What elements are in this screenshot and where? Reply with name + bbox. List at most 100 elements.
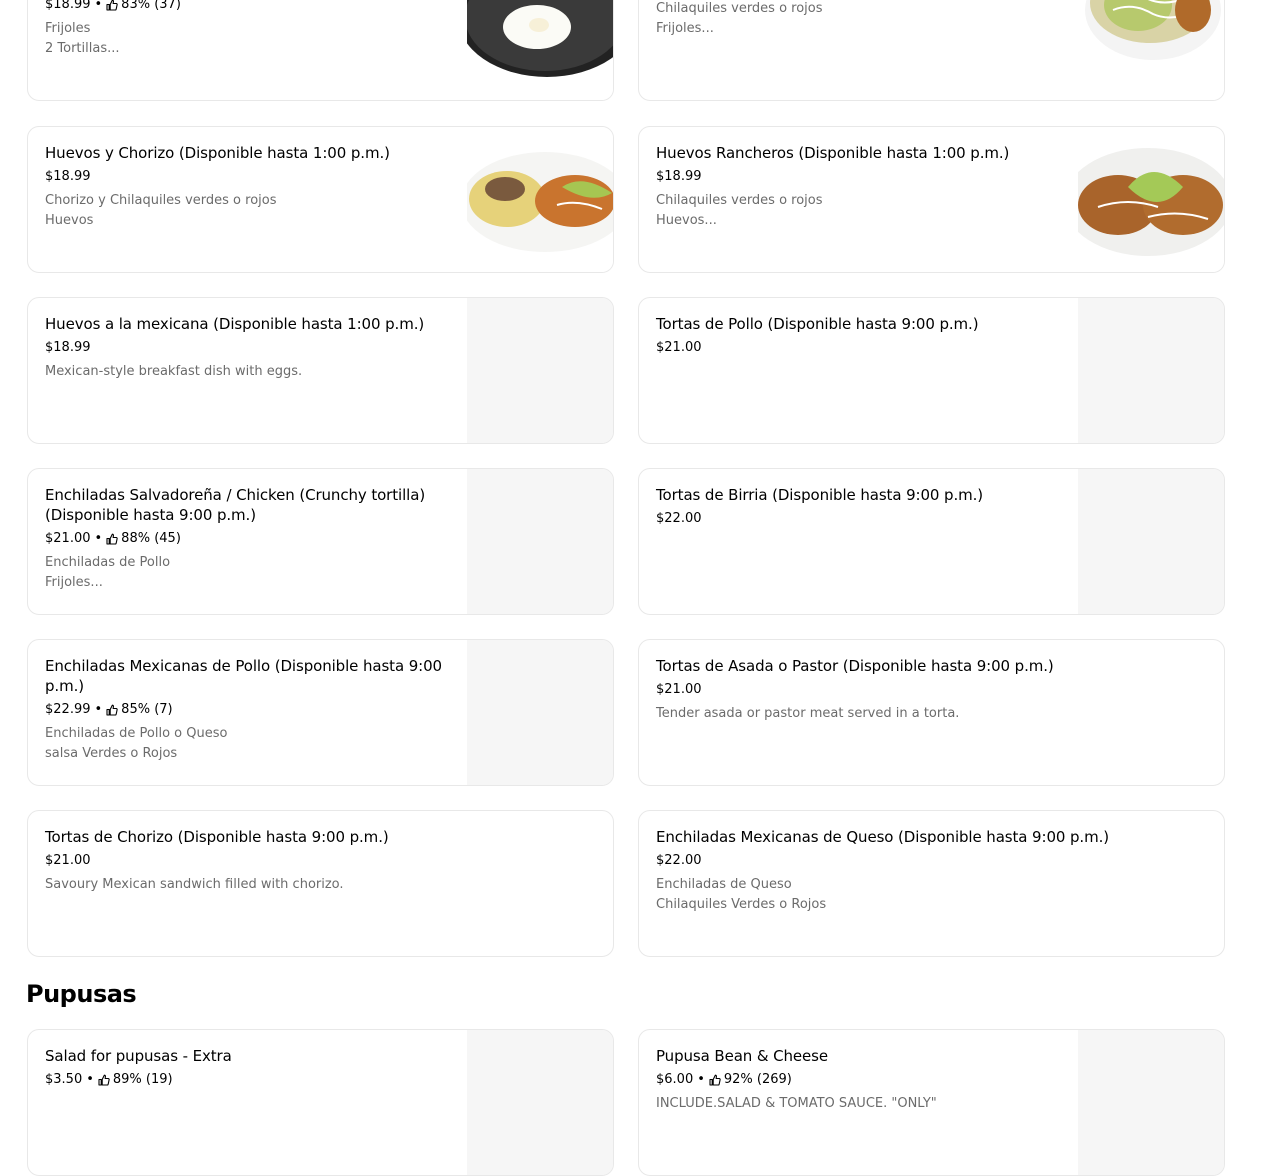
description-line: Frijoles [45,21,91,36]
menu-item-description: Enchiladas de Queso Chilaquiles Verdes o … [656,875,1208,915]
menu-item-price: $21.00 [45,531,91,546]
menu-item-card[interactable]: Tortas de Asada o Pastor (Disponible has… [638,639,1225,786]
menu-item-card[interactable]: Pupusa Bean & Cheese $6.00 • 92% (269) INCLU… [638,1029,1225,1176]
menu-item-meta: $21.00 [45,852,597,870]
thumbs-up-icon [106,704,118,716]
description-line: Chilaquiles verdes o rojos [656,193,823,208]
menu-item-price: $18.99 [45,169,91,184]
menu-item-price: $21.00 [45,853,91,868]
menu-item-info: $18.99Chilaquiles verdes o rojosFrijoles… [656,0,1064,39]
menu-item-image [1078,1030,1224,1175]
menu-item-meta: $22.00 [656,510,1064,528]
menu-item-description: Chilaquiles verdes o rojos Huevos... [656,191,1064,231]
menu-item-description: Enchiladas de Pollo Frijoles... [45,553,453,593]
thumbs-up-icon [106,0,118,11]
food-photo [1078,0,1224,100]
menu-item-card[interactable]: Tortas de Pollo (Disponible hasta 9:00 p… [638,297,1225,444]
menu-item-image [1064,127,1224,272]
separator-dot: • [94,531,103,546]
menu-item-image [461,127,613,272]
menu-item-price: $18.99 [45,0,91,12]
menu-item-info: Huevos a la mexicana (Disponible hasta 1… [45,314,453,382]
menu-item-rating: 85% (7) [121,702,173,717]
menu-item-image [467,298,613,443]
description-line: Huevos [45,213,94,228]
menu-item-price: $18.99 [656,169,702,184]
menu-item-title: Huevos a la mexicana (Disponible hasta 1… [45,315,425,333]
menu-item-title: Tortas de Asada o Pastor (Disponible has… [656,657,1054,675]
description-line: Chilaquiles verdes o rojos [656,1,823,16]
menu-item-info: Tortas de Chorizo (Disponible hasta 9:00… [45,827,597,895]
thumbs-up-icon [106,533,118,545]
menu-item-card[interactable]: Tortas de Chorizo (Disponible hasta 9:00… [27,810,614,957]
description-line: Frijoles... [656,21,714,36]
description-line: 2 Tortillas... [45,41,120,56]
food-photo [457,0,613,100]
menu-item-card[interactable]: Huevos Rancheros (Disponible hasta 1:00 … [638,126,1225,273]
menu-item-meta: $21.00 • 88% (45) [45,530,453,548]
section-title-pupusas: Pupusas [26,980,137,1008]
description-line: Frijoles... [45,575,103,590]
menu-item-info: Huevos y Chorizo (Disponible hasta 1:00 … [45,143,453,231]
description-line: salsa Verdes o Rojos [45,746,178,761]
menu-item-title: Tortas de Birria (Disponible hasta 9:00 … [656,486,984,504]
menu-item-title: Huevos y Chorizo (Disponible hasta 1:00 … [45,144,390,162]
menu-item-info: p.m.)$18.99•83% (37)Frijoles2 Tortillas.… [45,0,453,59]
menu-item-image [457,0,613,100]
menu-item-title: Tortas de Pollo (Disponible hasta 9:00 p… [656,315,979,333]
menu-item-meta: $22.99 • 85% (7) [45,701,453,719]
menu-item-card[interactable]: Enchiladas Salvadoreña / Chicken (Crunch… [27,468,614,615]
menu-item-description: Enchiladas de Pollo o Queso salsa Verdes … [45,724,453,764]
thumbs-up-icon [98,1074,110,1086]
menu-item-info: Huevos Rancheros (Disponible hasta 1:00 … [656,143,1064,231]
description-line: INCLUDE.SALAD & TOMATO SAUCE. "ONLY" [656,1096,937,1111]
menu-item-card[interactable]: Enchiladas Mexicanas de Queso (Disponibl… [638,810,1225,957]
menu-item-image [1078,0,1224,100]
menu-item-meta: $22.00 [656,852,1208,870]
menu-item-title: Pupusa Bean & Cheese [656,1047,829,1065]
menu-item-price: $22.99 [45,702,91,717]
menu-item-description: Chilaquiles verdes o rojos Frijoles... [656,0,1064,39]
menu-item-card[interactable]: Tortas de Birria (Disponible hasta 9:00 … [638,468,1225,615]
menu-item-title: Huevos Rancheros (Disponible hasta 1:00 … [656,144,1010,162]
menu-item-card[interactable]: Enchiladas Mexicanas de Pollo (Disponibl… [27,639,614,786]
menu-item-price: $18.99 [45,340,91,355]
menu-item-info: Tortas de Asada o Pastor (Disponible has… [656,656,1208,724]
separator-dot: • [94,702,103,717]
description-line: Mexican-style breakfast dish with eggs. [45,364,303,379]
description-line: Savoury Mexican sandwich filled with cho… [45,877,344,892]
menu-item-title: Enchiladas Salvadoreña / Chicken (Crunch… [45,486,426,524]
menu-item-title: Salad for pupusas - Extra [45,1047,232,1065]
menu-item-info: Enchiladas Mexicanas de Queso (Disponibl… [656,827,1208,915]
menu-item-price: $22.00 [656,853,702,868]
menu-item-description: INCLUDE.SALAD & TOMATO SAUCE. "ONLY" [656,1094,1064,1114]
food-photo [1064,127,1224,272]
menu-item-rating: 89% (19) [112,1072,173,1087]
thumbs-up-icon [709,1074,721,1086]
menu-item-card[interactable]: $18.99Chilaquiles verdes o rojosFrijoles… [638,0,1225,101]
menu-item-info: Pupusa Bean & Cheese $6.00 • 92% (269) INCLU… [656,1046,1064,1114]
menu-item-price: $22.00 [656,511,702,526]
description-line: Enchiladas de Pollo [45,555,171,570]
description-line: Enchiladas de Queso [656,877,792,892]
menu-item-meta: $21.00 [656,681,1208,699]
menu-item-card[interactable]: Salad for pupusas - Extra $3.50 • 89% (19) [27,1029,614,1176]
menu-item-title: Tortas de Chorizo (Disponible hasta 9:00… [45,828,389,846]
menu-item-image [467,640,613,785]
menu-item-card[interactable]: p.m.)$18.99•83% (37)Frijoles2 Tortillas.… [27,0,614,101]
menu-item-price: $6.00 [656,1072,694,1087]
menu-item-card[interactable]: Huevos a la mexicana (Disponible hasta 1… [27,297,614,444]
menu-item-meta: $18.99 [656,168,1064,186]
menu-item-price: $21.00 [656,682,702,697]
menu-item-description: Mexican-style breakfast dish with eggs. [45,362,453,382]
menu-item-info: Tortas de Birria (Disponible hasta 9:00 … [656,485,1064,528]
menu-item-card[interactable]: Huevos y Chorizo (Disponible hasta 1:00 … [27,126,614,273]
menu-item-title: Enchiladas Mexicanas de Pollo (Disponibl… [45,657,443,695]
menu-item-info: Tortas de Pollo (Disponible hasta 9:00 p… [656,314,1064,357]
separator-dot: • [86,1072,94,1087]
menu-item-image [1078,469,1224,614]
menu-item-meta: $6.00 • 92% (269) [656,1071,1064,1089]
description-line: Huevos... [656,213,717,228]
description-line: Enchiladas de Pollo o Queso [45,726,228,741]
food-photo [461,127,613,272]
